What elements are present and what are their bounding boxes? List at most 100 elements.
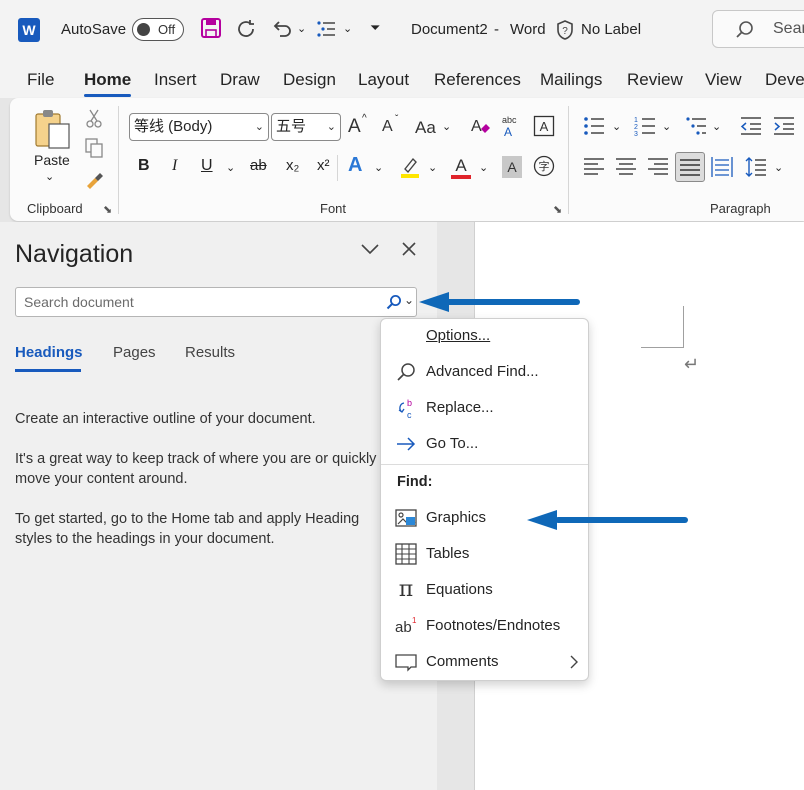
font-name-dropdown[interactable]: 等线 (Body) ⌄ [129, 113, 269, 141]
menu-item-footnotes-endnotes[interactable]: ab 1 Footnotes/Endnotes [381, 609, 588, 643]
tab-developer[interactable]: Deve [765, 70, 804, 90]
change-case-chevron-icon[interactable]: ⌄ [442, 120, 451, 133]
pi-icon: π [398, 577, 414, 602]
svg-text:1: 1 [634, 117, 638, 124]
bullets-icon[interactable] [315, 18, 337, 40]
numbered-list-icon[interactable]: 123 [634, 116, 656, 138]
ribbon-divider [118, 106, 119, 214]
tab-review[interactable]: Review [627, 70, 683, 90]
bullet-list-icon[interactable] [583, 116, 605, 136]
search-options-chevron-icon[interactable]: ⌄ [404, 293, 414, 307]
font-size-dropdown[interactable]: 五号 ⌄ [271, 113, 341, 141]
tab-home[interactable]: Home [84, 70, 131, 90]
menu-item-label: Comments [426, 653, 499, 670]
menu-item-comments[interactable]: Comments [381, 645, 588, 679]
format-painter-icon[interactable] [84, 168, 104, 190]
superscript-icon[interactable]: x² [317, 157, 330, 174]
text-effects-icon[interactable]: A [348, 154, 362, 177]
nav-help-text-2: It's a great way to keep track of where … [15, 451, 377, 487]
highlight-icon[interactable] [400, 155, 420, 179]
align-right-icon[interactable] [647, 157, 669, 177]
undo-chevron-icon[interactable]: ⌄ [297, 22, 306, 35]
save-icon[interactable] [200, 17, 222, 39]
paragraph-group-label: Paragraph [710, 201, 771, 216]
strikethrough-icon[interactable]: ab [250, 157, 267, 174]
tab-references[interactable]: References [434, 70, 521, 90]
tab-layout[interactable]: Layout [358, 70, 409, 90]
multilevel-list-chevron-icon[interactable]: ⌄ [712, 120, 721, 133]
line-spacing-chevron-icon[interactable]: ⌄ [774, 161, 783, 174]
cut-icon[interactable] [85, 108, 103, 128]
sensitivity-label[interactable]: No Label [581, 21, 641, 38]
menu-item-replace[interactable]: bc Replace... [381, 391, 588, 425]
tab-mailings[interactable]: Mailings [540, 70, 602, 90]
tab-results[interactable]: Results [185, 344, 235, 361]
clipboard-launcher-icon[interactable]: ⬊ [103, 203, 112, 216]
font-color-icon[interactable]: A [450, 154, 472, 180]
refresh-icon[interactable] [234, 17, 258, 41]
highlight-chevron-icon[interactable]: ⌄ [428, 161, 437, 174]
menu-item-equations[interactable]: π Equations [381, 573, 588, 607]
character-border-icon[interactable]: A [533, 115, 555, 137]
bullet-list-chevron-icon[interactable]: ⌄ [612, 120, 621, 133]
bullets-chevron-icon[interactable]: ⌄ [343, 22, 352, 35]
tab-headings[interactable]: Headings [15, 344, 83, 361]
bold-icon[interactable]: B [138, 157, 150, 175]
character-shading-icon[interactable]: A [502, 156, 522, 178]
menu-item-tables[interactable]: Tables [381, 537, 588, 571]
search-icon[interactable] [386, 294, 402, 310]
tab-insert[interactable]: Insert [154, 70, 197, 90]
paste-chevron-icon[interactable]: ⌄ [45, 170, 54, 183]
decrease-indent-icon[interactable] [740, 116, 762, 136]
menu-item-options[interactable]: Options... [381, 319, 588, 353]
copy-icon[interactable] [85, 138, 103, 158]
justify-icon[interactable] [675, 152, 705, 182]
tab-design[interactable]: Design [283, 70, 336, 90]
svg-text:c: c [407, 410, 412, 419]
subscript-icon[interactable]: x₂ [286, 157, 299, 174]
shrink-font-caret: ˇ [395, 114, 399, 125]
annotation-arrow-head [419, 292, 449, 312]
search-document-input[interactable] [22, 293, 376, 311]
text-effects-chevron-icon[interactable]: ⌄ [374, 161, 383, 174]
tab-file[interactable]: File [27, 70, 54, 90]
tab-view[interactable]: View [705, 70, 742, 90]
customize-toolbar-icon[interactable]: ⏷ [370, 20, 380, 36]
tab-draw[interactable]: Draw [220, 70, 260, 90]
line-spacing-icon[interactable] [745, 156, 767, 178]
font-launcher-icon[interactable]: ⬊ [553, 203, 562, 216]
search-document-box[interactable]: ⌄ [15, 287, 417, 317]
font-color-chevron-icon[interactable]: ⌄ [479, 161, 488, 174]
italic-icon[interactable]: I [172, 157, 177, 175]
change-case-icon[interactable]: Aa [415, 118, 436, 138]
shrink-font-icon[interactable]: A [382, 118, 393, 136]
multilevel-list-icon[interactable] [685, 116, 707, 136]
tab-pages[interactable]: Pages [113, 344, 156, 361]
svg-text:2: 2 [634, 124, 638, 131]
enclose-characters-icon[interactable]: 字 [533, 155, 555, 177]
sensitivity-icon[interactable]: ? [555, 19, 575, 41]
distributed-icon[interactable] [711, 156, 733, 178]
undo-icon[interactable] [270, 17, 294, 41]
align-left-icon[interactable] [583, 157, 605, 177]
clear-formatting-icon[interactable]: A [469, 115, 491, 137]
align-center-icon[interactable] [615, 157, 637, 177]
underline-chevron-icon[interactable]: ⌄ [226, 161, 235, 174]
active-nav-tab-indicator [15, 369, 81, 372]
paste-label[interactable]: Paste [34, 152, 70, 168]
close-icon[interactable] [401, 241, 417, 257]
underline-icon[interactable]: U [201, 157, 213, 175]
phonetic-guide-icon[interactable]: abc A [500, 114, 522, 139]
autosave-toggle[interactable]: Off [132, 18, 184, 41]
paste-icon[interactable] [33, 108, 73, 150]
numbered-list-chevron-icon[interactable]: ⌄ [662, 120, 671, 133]
svg-text:A: A [540, 119, 549, 134]
replace-icon: bc [395, 397, 417, 420]
increase-indent-icon[interactable] [773, 116, 795, 136]
grow-font-icon[interactable]: A [348, 116, 361, 138]
font-name-chevron-icon: ⌄ [254, 121, 264, 133]
pane-options-chevron-icon[interactable] [360, 241, 380, 257]
menu-item-advanced-find[interactable]: Advanced Find... [381, 355, 588, 389]
top-search-box[interactable]: Sear [712, 10, 804, 48]
menu-item-go-to[interactable]: Go To... [381, 427, 588, 461]
